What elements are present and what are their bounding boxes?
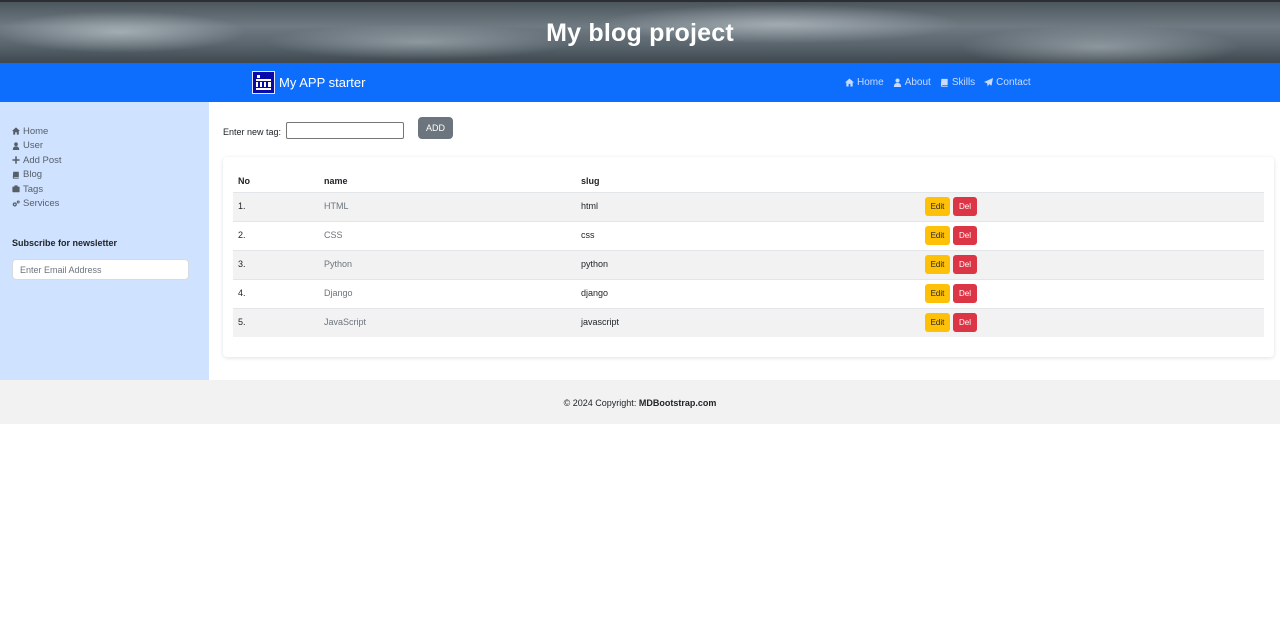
home-icon: [845, 78, 854, 87]
table-row: 5. JavaScript javascript Edit Del: [233, 308, 1264, 337]
header-name: name: [324, 176, 348, 186]
edit-button[interactable]: Edit: [925, 313, 950, 332]
footer-link[interactable]: MDBootstrap.com: [639, 398, 717, 408]
sidebar-item-label: Tags: [23, 183, 44, 195]
tags-table: No name slug 1. HTML html Edit Del 2. CS…: [233, 169, 1264, 337]
delete-button[interactable]: Del: [953, 197, 977, 216]
new-tag-input[interactable]: [286, 122, 404, 139]
sidebar-item-label: Home: [23, 125, 49, 137]
user-icon: [893, 78, 901, 87]
footer-copyright-text: © 2024 Copyright:: [563, 398, 639, 408]
nav-skills[interactable]: Skills: [940, 77, 975, 88]
brand-logo-icon[interactable]: [252, 71, 275, 94]
row-slug: python: [581, 259, 609, 269]
paper-plane-icon: [984, 78, 994, 87]
sidebar-item-label: User: [23, 140, 44, 152]
page-title: My blog project: [546, 19, 734, 47]
nav-skills-label: Skills: [951, 77, 976, 88]
plus-icon: [12, 156, 20, 164]
newsletter-title: Subscribe for newsletter: [12, 238, 118, 248]
sidebar-item-label: Add Post: [23, 154, 62, 166]
newsletter-email-input[interactable]: [12, 259, 189, 280]
row-no: 3.: [238, 259, 246, 269]
row-no: 5.: [238, 317, 246, 327]
row-actions: Edit Del: [925, 284, 977, 303]
row-slug: django: [581, 288, 609, 298]
table-row: 1. HTML html Edit Del: [233, 192, 1264, 221]
row-name: Python: [324, 259, 353, 269]
tags-icon: [12, 185, 20, 193]
top-navbar: My APP starter Home About Skills Contact: [0, 63, 1280, 102]
nav-home[interactable]: Home: [845, 77, 884, 88]
table-header: No name slug: [233, 169, 1264, 192]
delete-button[interactable]: Del: [953, 284, 977, 303]
row-no: 4.: [238, 288, 246, 298]
delete-button[interactable]: Del: [953, 226, 977, 245]
sidebar-item-tags[interactable]: Tags: [12, 182, 62, 197]
row-name: JavaScript: [324, 317, 367, 327]
row-slug: html: [581, 201, 599, 211]
row-name: CSS: [324, 230, 343, 240]
row-actions: Edit Del: [925, 313, 977, 332]
row-actions: Edit Del: [925, 197, 977, 216]
sidebar-item-services[interactable]: Services: [12, 197, 62, 212]
sidebar-item-label: Services: [23, 198, 60, 210]
nav-contact[interactable]: Contact: [984, 77, 1031, 88]
home-icon: [12, 127, 20, 135]
sidebar-item-add-post[interactable]: Add Post: [12, 153, 62, 168]
table-row: 2. CSS css Edit Del: [233, 221, 1264, 250]
cogs-icon: [12, 200, 20, 207]
row-actions: Edit Del: [925, 226, 977, 245]
new-tag-label: Enter new tag:: [223, 127, 282, 137]
row-name: Django: [324, 288, 353, 298]
brand-name[interactable]: My APP starter: [279, 75, 365, 90]
main-nav: Home About Skills Contact: [845, 77, 1031, 88]
delete-button[interactable]: Del: [953, 255, 977, 274]
sidebar-item-label: Blog: [23, 169, 43, 181]
nav-home-label: Home: [857, 77, 884, 88]
table-row: 3. Python python Edit Del: [233, 250, 1264, 279]
nav-contact-label: Contact: [996, 77, 1031, 88]
row-no: 2.: [238, 230, 246, 240]
table-row: 4. Django django Edit Del: [233, 279, 1264, 308]
edit-button[interactable]: Edit: [925, 197, 950, 216]
book-icon: [12, 171, 19, 179]
header-slug: slug: [581, 176, 600, 186]
row-actions: Edit Del: [925, 255, 977, 274]
sidebar: Home User Add Post Blog Tags Services Su…: [0, 102, 209, 380]
delete-button[interactable]: Del: [953, 313, 977, 332]
row-no: 1.: [238, 201, 246, 211]
sidebar-item-blog[interactable]: Blog: [12, 168, 62, 183]
edit-button[interactable]: Edit: [925, 226, 950, 245]
edit-button[interactable]: Edit: [925, 255, 950, 274]
add-tag-button[interactable]: ADD: [418, 117, 453, 139]
hero-banner: My blog project: [0, 0, 1280, 63]
row-slug: css: [581, 230, 595, 240]
tags-table-card: No name slug 1. HTML html Edit Del 2. CS…: [223, 157, 1274, 357]
book-icon: [940, 78, 948, 87]
user-icon: [12, 142, 20, 150]
footer: © 2024 Copyright: MDBootstrap.com: [0, 380, 1280, 424]
nav-about[interactable]: About: [893, 77, 931, 88]
footer-copyright: © 2024 Copyright: MDBootstrap.com: [0, 398, 1280, 408]
header-no: No: [238, 176, 250, 186]
edit-button[interactable]: Edit: [925, 284, 950, 303]
nav-about-label: About: [904, 77, 931, 88]
sidebar-item-home[interactable]: Home: [12, 124, 62, 139]
sidebar-menu: Home User Add Post Blog Tags Services: [12, 124, 62, 211]
row-name: HTML: [324, 201, 349, 211]
sidebar-item-user[interactable]: User: [12, 139, 62, 154]
row-slug: javascript: [581, 317, 620, 327]
